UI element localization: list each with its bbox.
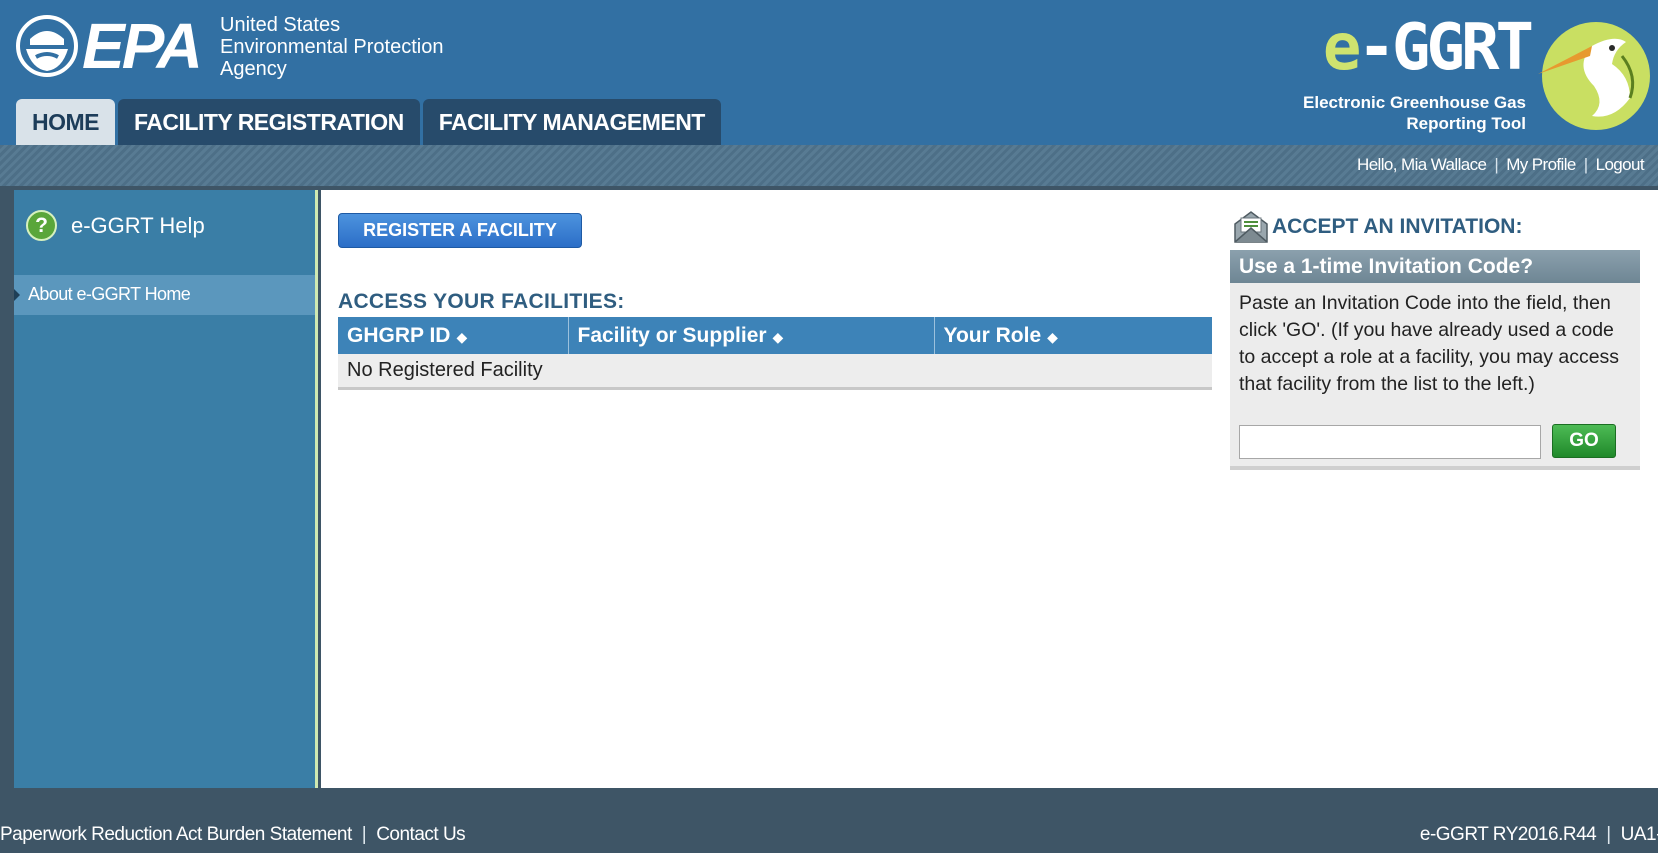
invitation-heading: ACCEPT AN INVITATION: — [1232, 210, 1522, 244]
brand-title-rest: -GGRT — [1357, 11, 1534, 85]
build-code: UA1-2 — [1620, 824, 1658, 845]
help-label: e-GGRT Help — [71, 212, 205, 238]
caret-right-icon — [14, 289, 20, 301]
access-facilities-heading: ACCESS YOUR FACILITIES: — [338, 290, 625, 313]
content-area: REGISTER A FACILITY ACCESS YOUR FACILITI… — [321, 190, 1658, 788]
agency-line: Agency — [220, 58, 287, 80]
invitation-panel: ACCEPT AN INVITATION: Use a 1-time Invit… — [1230, 190, 1640, 480]
facilities-table: GHGRP ID ◆ Facility or Supplier ◆ Your Rol… — [338, 317, 1212, 390]
footer: Paperwork Reduction Act Burden Statement… — [0, 788, 1658, 853]
column-header-role[interactable]: Your Role ◆ — [934, 317, 1212, 354]
invitation-box: Use a 1-time Invitation Code? Paste an I… — [1230, 250, 1640, 470]
question-icon: ? — [26, 210, 57, 241]
help-link[interactable]: ? e-GGRT Help — [26, 210, 205, 241]
main-frame: ? e-GGRT Help About e-GGRT Home REGISTER… — [0, 186, 1658, 788]
invitation-box-title: Use a 1-time Invitation Code? — [1230, 250, 1640, 283]
sort-icon: ◆ — [772, 328, 784, 345]
envelope-icon — [1234, 211, 1268, 243]
paperwork-reduction-link[interactable]: Paperwork Reduction Act Burden Statement — [0, 824, 352, 846]
register-facility-button[interactable]: REGISTER A FACILITY — [338, 213, 582, 248]
brand-subtitle-line: Electronic Greenhouse Gas — [1303, 93, 1526, 112]
table-header-row: GHGRP ID ◆ Facility or Supplier ◆ Your Rol… — [338, 317, 1212, 354]
epa-logo[interactable]: EPA — [16, 10, 203, 82]
epa-seal-icon — [16, 15, 78, 77]
sidebar-item-label: About e-GGRT Home — [28, 284, 191, 304]
column-header-ghgrp-id[interactable]: GHGRP ID ◆ — [338, 317, 569, 354]
contact-us-link[interactable]: Contact Us — [376, 824, 465, 846]
logout-link[interactable]: Logout — [1596, 155, 1645, 175]
agency-name: United States Environmental Protection A… — [220, 14, 443, 80]
agency-line: Environmental Protection — [220, 36, 444, 58]
tab-facility-management[interactable]: FACILITY MANAGEMENT — [422, 99, 721, 145]
table-row: No Registered Facility — [338, 354, 1212, 390]
heron-logo-icon — [1538, 22, 1650, 130]
separator: | — [1583, 155, 1588, 174]
version-label: e-GGRT RY2016.R44 — [1419, 824, 1597, 845]
sort-icon: ◆ — [1047, 328, 1058, 345]
tab-home[interactable]: HOME — [16, 99, 115, 145]
column-header-facility[interactable]: Facility or Supplier ◆ — [568, 317, 935, 354]
brand-subtitle-line: Reporting Tool — [1406, 114, 1526, 133]
brand-title-prefix: e — [1322, 11, 1361, 85]
egggrt-brand: e-GGRT Electronic Greenhouse Gas Reporti… — [1272, 12, 1652, 137]
user-greeting: Hello, Mia Wallace — [1357, 155, 1487, 174]
empty-table-message: No Registered Facility — [338, 354, 1212, 390]
invitation-code-input[interactable] — [1239, 425, 1541, 459]
column-header-label: Your Role — [943, 323, 1042, 347]
column-header-label: GHGRP ID — [347, 323, 451, 347]
brand-subtitle: Electronic Greenhouse Gas Reporting Tool — [1303, 92, 1526, 134]
sidebar: ? e-GGRT Help About e-GGRT Home — [14, 190, 318, 788]
my-profile-link[interactable]: My Profile — [1506, 155, 1576, 175]
user-bar: Hello, Mia Wallace | My Profile | Logout — [0, 145, 1658, 186]
sidebar-item-about[interactable]: About e-GGRT Home — [14, 275, 315, 315]
brand-title: e-GGRT — [1322, 11, 1534, 85]
column-header-label: Facility or Supplier — [577, 323, 767, 347]
tab-facility-registration[interactable]: FACILITY REGISTRATION — [118, 99, 420, 145]
sort-icon: ◆ — [456, 328, 468, 345]
agency-line: United States — [220, 14, 341, 36]
invitation-instructions: Paste an Invitation Code into the field,… — [1239, 292, 1620, 395]
separator: | — [1494, 155, 1499, 174]
footer-version: e-GGRT RY2016.R44 | UA1-2 — [1420, 824, 1658, 846]
epa-wordmark: EPA — [82, 10, 203, 82]
header: EPA United States Environmental Protecti… — [0, 0, 1658, 145]
separator: | — [361, 824, 367, 845]
main-nav-tabs: HOME FACILITY REGISTRATION FACILITY MANA… — [16, 99, 724, 145]
separator: | — [1606, 824, 1611, 845]
invitation-title: ACCEPT AN INVITATION: — [1272, 215, 1523, 238]
go-button[interactable]: GO — [1552, 424, 1616, 458]
user-links: Hello, Mia Wallace | My Profile | Logout — [1357, 155, 1645, 175]
footer-links: Paperwork Reduction Act Burden Statement… — [0, 824, 466, 846]
